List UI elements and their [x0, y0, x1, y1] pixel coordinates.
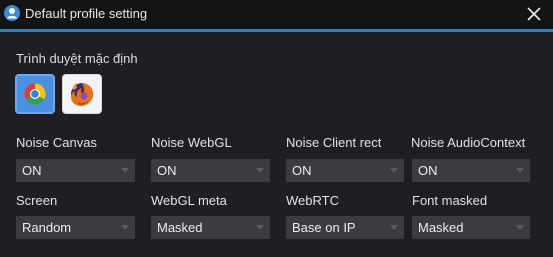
noise-audio-context-select[interactable]: ON: [412, 159, 530, 182]
chevron-down-icon: [390, 225, 398, 230]
noise-client-rect-label: Noise Client rect: [286, 135, 382, 150]
noise-webgl-value: ON: [157, 163, 177, 178]
webrtc-select[interactable]: Base on IP: [286, 216, 404, 239]
webrtc-label: WebRTC: [286, 193, 339, 208]
font-masked-value: Masked: [418, 220, 464, 235]
font-masked-select[interactable]: Masked: [412, 216, 530, 239]
firefox-icon: [71, 83, 94, 106]
title-bar: Default profile setting: [0, 0, 553, 32]
webgl-meta-select[interactable]: Masked: [151, 216, 270, 239]
chevron-down-icon: [516, 168, 524, 173]
noise-canvas-value: ON: [22, 163, 42, 178]
noise-canvas-label: Noise Canvas: [16, 135, 97, 150]
chevron-down-icon: [516, 225, 524, 230]
chevron-down-icon: [390, 168, 398, 173]
font-masked-label: Font masked: [412, 193, 488, 208]
webrtc-value: Base on IP: [292, 220, 356, 235]
chevron-down-icon: [121, 168, 129, 173]
noise-client-rect-value: ON: [292, 163, 312, 178]
window-title: Default profile setting: [25, 6, 148, 21]
chevron-down-icon: [256, 225, 264, 230]
profile-settings-window: Default profile setting Trình duyệt mặc …: [0, 0, 553, 257]
close-button[interactable]: [523, 3, 545, 25]
noise-audio-context-value: ON: [418, 163, 438, 178]
noise-webgl-label: Noise WebGL: [151, 135, 232, 150]
chevron-down-icon: [121, 225, 129, 230]
screen-select[interactable]: Random: [16, 216, 135, 239]
chrome-icon: [24, 83, 46, 105]
noise-audio-context-label: Noise AudioContext: [411, 135, 526, 150]
noise-webgl-select[interactable]: ON: [151, 159, 270, 182]
browser-option-chrome[interactable]: [15, 74, 55, 114]
noise-canvas-select[interactable]: ON: [16, 159, 135, 182]
webgl-meta-label: WebGL meta: [151, 193, 227, 208]
webgl-meta-value: Masked: [157, 220, 203, 235]
screen-value: Random: [22, 220, 72, 235]
screen-label: Screen: [16, 193, 58, 208]
browser-option-firefox[interactable]: [62, 74, 102, 114]
user-icon: [4, 5, 20, 21]
chevron-down-icon: [256, 168, 264, 173]
default-browser-label: Trình duyệt mặc định: [16, 51, 138, 66]
noise-client-rect-select[interactable]: ON: [286, 159, 404, 182]
close-icon: [527, 7, 541, 21]
